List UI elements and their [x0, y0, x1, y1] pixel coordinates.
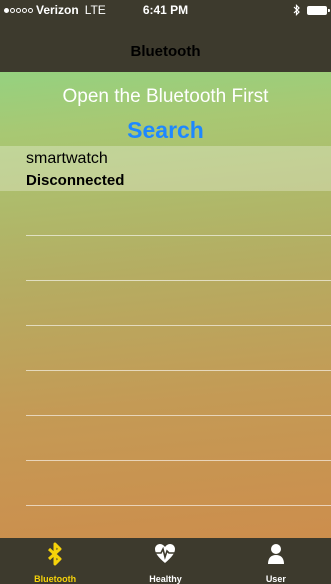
tab-label: User	[265, 574, 286, 584]
search-button[interactable]: Search	[90, 117, 241, 144]
user-icon	[267, 544, 284, 564]
empty-row	[0, 326, 331, 371]
bluetooth-status-icon	[293, 4, 300, 16]
tab-user[interactable]: User	[221, 538, 331, 584]
empty-row	[0, 461, 331, 506]
app-screen: Verizon LTE 6:41 PM Bluetooth Open the B…	[0, 0, 331, 584]
tab-label: Bluetooth	[34, 574, 77, 584]
device-row[interactable]: smartwatch Disconnected	[0, 146, 331, 191]
device-status: Disconnected	[26, 172, 125, 189]
empty-row	[0, 416, 331, 461]
status-bar: Verizon LTE 6:41 PM	[0, 0, 331, 20]
bluetooth-prompt: Open the Bluetooth First	[62, 86, 269, 107]
device-name: smartwatch	[26, 150, 108, 167]
tab-bar: Bluetooth Healthy User	[0, 538, 331, 584]
battery-icon	[307, 5, 330, 15]
status-right	[293, 4, 330, 16]
status-time: 6:41 PM	[142, 3, 189, 17]
page-title: Bluetooth	[130, 43, 201, 60]
tab-bluetooth[interactable]: Bluetooth	[0, 538, 110, 584]
heart-icon	[155, 544, 176, 563]
empty-row	[0, 371, 331, 416]
empty-row	[0, 191, 331, 236]
empty-row	[0, 236, 331, 281]
empty-row	[0, 281, 331, 326]
tab-label: Healthy	[149, 574, 182, 584]
device-list: smartwatch Disconnected	[0, 146, 331, 551]
header: Verizon LTE 6:41 PM Bluetooth	[0, 0, 331, 72]
bluetooth-icon	[48, 542, 62, 566]
tab-healthy[interactable]: Healthy	[110, 538, 220, 584]
